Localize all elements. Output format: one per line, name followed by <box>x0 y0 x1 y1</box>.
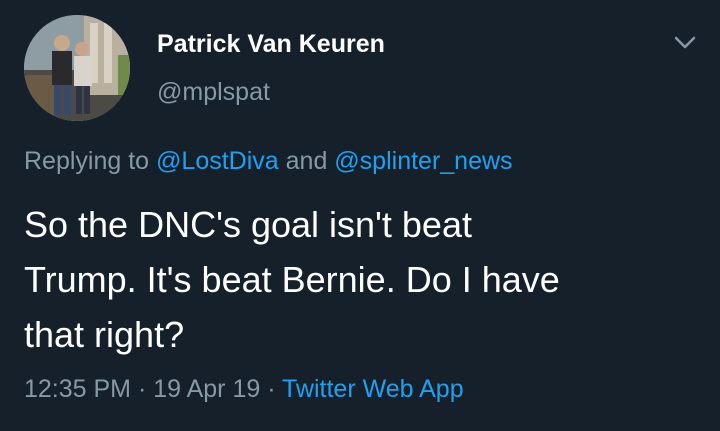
tweet-body-text: So the DNC's goal isn't beat Trump. It's… <box>24 204 560 355</box>
mention-lostdiva-link[interactable]: @LostDiva <box>156 147 279 175</box>
chevron-down-icon[interactable] <box>672 32 698 54</box>
tweet-metadata: 12:35 PM · 19 Apr 19 · Twitter Web App <box>24 375 464 404</box>
meta-separator: · <box>260 375 283 403</box>
tweet-time[interactable]: 12:35 PM <box>24 375 131 403</box>
author-handle[interactable]: @mplspat <box>157 78 270 107</box>
replying-to-label: Replying to <box>24 147 157 175</box>
tweet-card: Patrick Van Keuren @mplspat Replying to … <box>0 0 720 431</box>
avatar-photo-icon <box>24 15 130 121</box>
replying-to-joiner: and <box>278 147 335 175</box>
mention-splinter-news-link[interactable]: @splinter_news <box>334 147 512 175</box>
tweet-source-link[interactable]: Twitter Web App <box>282 375 464 403</box>
tweet-date[interactable]: 19 Apr 19 <box>153 375 260 403</box>
meta-separator: · <box>131 375 154 403</box>
author-avatar[interactable] <box>24 15 130 121</box>
author-display-name[interactable]: Patrick Van Keuren <box>157 30 385 59</box>
replying-to-line: Replying to @LostDiva and @splinter_news <box>24 147 513 176</box>
